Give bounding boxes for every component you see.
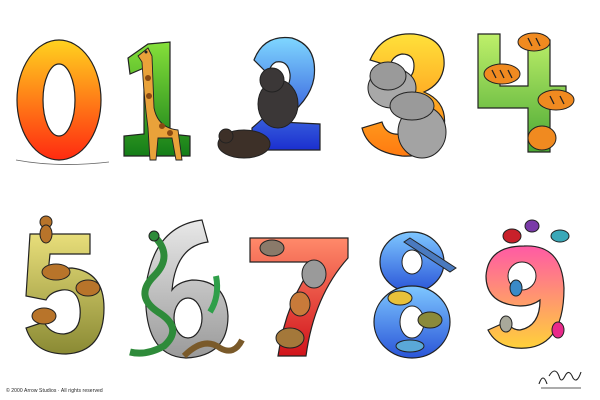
numeral-two	[214, 32, 324, 162]
copyright-text: © 2000 Arrow Studios · All rights reserv…	[6, 388, 103, 394]
artist-signature-icon	[538, 370, 582, 389]
numeral-five	[16, 212, 116, 362]
numeral-seven	[244, 234, 354, 364]
numeral-zero	[14, 38, 110, 165]
numeral-nine	[476, 218, 586, 358]
two-glyph	[217, 36, 321, 159]
one-glyph	[123, 41, 191, 161]
numeral-four	[470, 30, 590, 160]
numeral-one	[118, 38, 198, 163]
five-glyph	[25, 215, 105, 355]
nine-glyph	[485, 219, 570, 349]
six-glyph	[129, 219, 245, 359]
three-glyph	[361, 33, 447, 159]
numeral-three	[352, 30, 452, 160]
zero-glyph	[15, 39, 110, 165]
numeral-six	[124, 216, 245, 366]
numbers-illustration: © 2000 Arrow Studios · All rights reserv…	[0, 0, 600, 400]
seven-glyph	[249, 237, 349, 357]
numeral-eight	[370, 228, 470, 363]
eight-glyph	[373, 231, 457, 359]
four-glyph	[477, 32, 575, 153]
